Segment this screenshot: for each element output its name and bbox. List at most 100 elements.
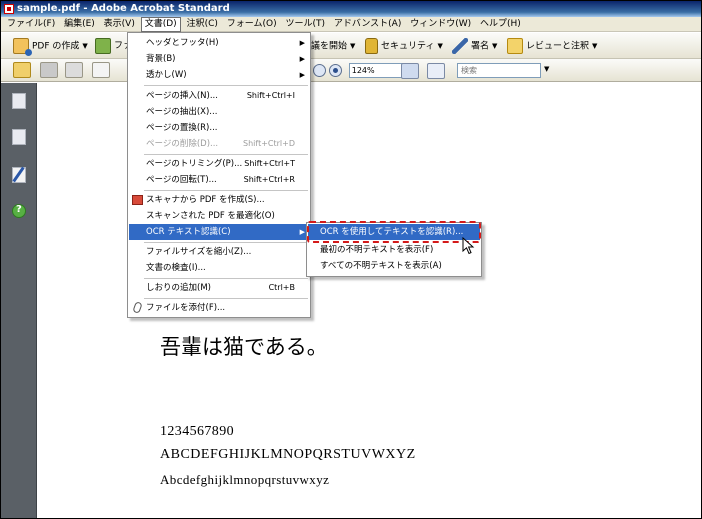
create-pdf-label: PDF の作成 (32, 41, 80, 52)
menu-item-rotate-pages[interactable]: ページの回転(T)... Shift+Ctrl+R (129, 172, 309, 188)
menu-item-label: ヘッダとフッタ(H) (146, 38, 219, 48)
pages-icon[interactable] (12, 93, 26, 109)
acrobat-app-icon (4, 4, 14, 14)
chevron-down-icon: ▼ (350, 42, 356, 50)
chevron-down-icon: ▼ (492, 42, 498, 50)
menu-help[interactable]: ヘルプ(H) (477, 17, 524, 32)
menu-item-reduce-file-size[interactable]: ファイルサイズを縮小(Z)... (129, 244, 309, 260)
search-input[interactable]: 検索 (457, 63, 541, 78)
menu-item-optimize-scanned[interactable]: スキャンされた PDF を最適化(O) (129, 208, 309, 224)
mouse-pointer-icon (462, 237, 475, 255)
sign-button[interactable]: 署名 ▼ (452, 37, 497, 55)
menu-item-shortcut: Shift+Ctrl+T (244, 159, 295, 168)
document-text-line: 1234567890 (160, 424, 234, 439)
menu-item-shortcut: Shift+Ctrl+I (246, 91, 295, 100)
menu-window[interactable]: ウィンドウ(W) (407, 17, 474, 32)
zoom-in-icon[interactable] (328, 64, 342, 77)
chevron-down-icon[interactable]: ▼ (544, 65, 549, 73)
chevron-down-icon: ▼ (592, 42, 598, 50)
menu-item-examine-document[interactable]: 文書の検査(I)... (129, 260, 309, 276)
menu-item-shortcut: Ctrl+B (268, 283, 295, 292)
menu-item-ocr-text-recognition[interactable]: OCR テキスト認識(C) ▶ (129, 224, 309, 240)
submenu-item-label: 最初の不明テキストを表示(F) (320, 245, 434, 255)
menu-item-background[interactable]: 背景(B) ▶ (129, 51, 309, 67)
menu-item-label: ファイルを添付(F)... (146, 303, 226, 313)
chevron-down-icon: ▼ (82, 42, 88, 50)
menu-comments[interactable]: 注釈(C) (184, 17, 221, 32)
title-bar: sample.pdf - Adobe Acrobat Standard (1, 1, 701, 17)
email-icon[interactable] (92, 62, 110, 78)
paperclip-icon (132, 301, 143, 314)
review-comment-button[interactable]: レビューと注釈 ▼ (507, 37, 597, 55)
tasks-toolbar: PDF の作成 ▼ ファ 議を開始 ▼ セキュリティ ▼ 署名 ▼ レビューと注釈 ▼ (1, 33, 701, 59)
fit-page-icon[interactable] (401, 63, 419, 79)
submenu-item-label: すべての不明テキストを表示(A) (320, 261, 442, 271)
chevron-right-icon: ▶ (299, 71, 305, 79)
zoom-out-icon[interactable] (313, 64, 326, 77)
printer-icon[interactable] (40, 62, 58, 78)
attachments-icon[interactable] (12, 129, 26, 145)
menu-file[interactable]: ファイル(F) (4, 17, 58, 32)
submenu-item-first-suspect[interactable]: 最初の不明テキストを表示(F) (308, 242, 480, 258)
menu-item-label: ページの削除(D)... (146, 139, 219, 149)
menu-item-label: スキャナから PDF を作成(S)... (146, 195, 265, 205)
menu-view[interactable]: 表示(V) (101, 17, 138, 32)
menu-item-add-bookmark[interactable]: しおりの追加(M) Ctrl+B (129, 280, 309, 296)
menu-tools[interactable]: ツール(T) (282, 17, 328, 32)
chevron-right-icon: ▶ (299, 55, 305, 63)
menu-item-watermark[interactable]: 透かし(W) ▶ (129, 67, 309, 83)
menu-item-extract-pages[interactable]: ページの抽出(X)... (129, 104, 309, 120)
acrobat-window: sample.pdf - Adobe Acrobat Standard ファイル… (0, 0, 702, 519)
submenu-item-all-suspects[interactable]: すべての不明テキストを表示(A) (308, 258, 480, 274)
menu-item-label: ページのトリミング(P)... (146, 159, 243, 169)
menu-item-shortcut: Shift+Ctrl+D (243, 139, 295, 148)
menu-edit[interactable]: 編集(E) (61, 17, 98, 32)
navigation-pane (1, 83, 37, 518)
menu-item-label: OCR テキスト認識(C) (146, 227, 231, 237)
security-button[interactable]: セキュリティ ▼ (365, 37, 443, 55)
menu-item-header-footer[interactable]: ヘッダとフッタ(H) ▶ (129, 35, 309, 51)
chevron-right-icon: ▶ (299, 228, 305, 236)
file-toolbar: 124%▼ 検索 ▼ (1, 59, 701, 82)
chevron-down-icon: ▼ (437, 42, 443, 50)
save-icon[interactable] (65, 62, 83, 78)
menu-item-shortcut: Shift+Ctrl+R (243, 175, 295, 184)
menu-advanced[interactable]: アドバンスト(A) (331, 17, 404, 32)
menu-item-replace-pages[interactable]: ページの置換(R)... (129, 120, 309, 136)
help-icon[interactable] (12, 204, 26, 218)
menu-separator (144, 278, 308, 279)
menu-separator (144, 242, 308, 243)
combine-files-icon (95, 37, 111, 54)
menu-item-label: ページの抽出(X)... (146, 107, 218, 117)
chevron-right-icon: ▶ (299, 39, 305, 47)
sign-label: 署名 (471, 41, 490, 52)
review-icon (507, 38, 523, 54)
pen-icon (452, 38, 468, 54)
menu-item-insert-pages[interactable]: ページの挿入(N)... Shift+Ctrl+I (129, 88, 309, 104)
full-screen-icon[interactable] (427, 63, 445, 79)
window-title: sample.pdf - Adobe Acrobat Standard (17, 3, 230, 14)
menu-separator (144, 85, 308, 86)
menu-item-create-from-scanner[interactable]: スキャナから PDF を作成(S)... (129, 192, 309, 208)
menu-document[interactable]: 文書(D) (140, 17, 181, 32)
menu-item-label: ページの置換(R)... (146, 123, 218, 133)
start-review-button[interactable]: 議を開始 ▼ (311, 37, 355, 55)
menu-item-label: しおりの追加(M) (146, 283, 211, 293)
document-text-line: Abcdefghijklmnopqrstuvwxyz (160, 472, 330, 487)
menu-item-delete-pages: ページの削除(D)... Shift+Ctrl+D (129, 136, 309, 152)
open-folder-icon[interactable] (13, 62, 31, 78)
create-pdf-icon (13, 38, 32, 56)
menu-item-crop-pages[interactable]: ページのトリミング(P)... Shift+Ctrl+T (129, 156, 309, 172)
review-comment-label: レビューと注釈 (526, 41, 590, 52)
menu-separator (144, 154, 308, 155)
create-pdf-button[interactable]: PDF の作成 ▼ (13, 37, 88, 56)
zoom-level-input[interactable]: 124% (348, 63, 403, 78)
zoom-controls: 124%▼ (313, 63, 411, 79)
signatures-icon[interactable] (12, 167, 26, 183)
menu-forms[interactable]: フォーム(O) (224, 17, 280, 32)
menu-item-label: 背景(B) (146, 54, 176, 64)
scanner-icon (132, 195, 143, 205)
start-review-label: 議を開始 (311, 41, 348, 52)
menu-item-attach-file[interactable]: ファイルを添付(F)... (129, 300, 309, 316)
document-menu-dropdown: ヘッダとフッタ(H) ▶ 背景(B) ▶ 透かし(W) ▶ ページの挿入(N)... S… (127, 32, 311, 318)
